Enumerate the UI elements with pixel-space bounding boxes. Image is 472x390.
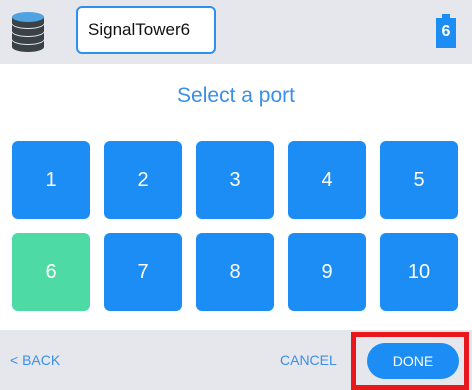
- port-button-2[interactable]: 2: [104, 141, 182, 219]
- bottom-bar: < BACK CANCEL DONE: [0, 330, 472, 390]
- port-button-4[interactable]: 4: [288, 141, 366, 219]
- port-button-3[interactable]: 3: [196, 141, 274, 219]
- port-button-8[interactable]: 8: [196, 233, 274, 311]
- port-button-10[interactable]: 10: [380, 233, 458, 311]
- device-name-input[interactable]: [76, 6, 216, 54]
- device-tower-icon: [10, 10, 46, 54]
- back-button[interactable]: < BACK: [10, 352, 60, 368]
- cancel-button[interactable]: CANCEL: [280, 352, 337, 368]
- top-bar: 6: [0, 0, 472, 64]
- port-button-7[interactable]: 7: [104, 233, 182, 311]
- port-button-5[interactable]: 5: [380, 141, 458, 219]
- port-button-9[interactable]: 9: [288, 233, 366, 311]
- port-indicator: 6: [432, 14, 460, 48]
- port-indicator-value: 6: [441, 23, 451, 40]
- page-title: Select a port: [177, 84, 295, 107]
- done-button[interactable]: DONE: [367, 343, 459, 379]
- port-button-6[interactable]: 6: [12, 233, 90, 311]
- port-button-1[interactable]: 1: [12, 141, 90, 219]
